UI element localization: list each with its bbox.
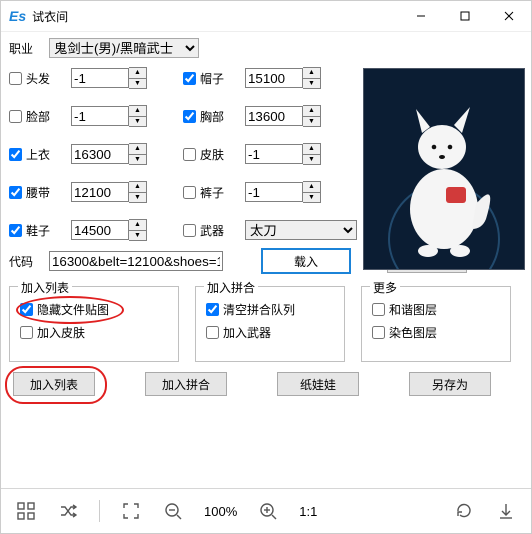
weapon-checkbox[interactable]: 武器 xyxy=(183,222,245,239)
group-more: 更多 和谐图层 染色图层 xyxy=(361,286,511,362)
code-label: 代码 xyxy=(9,253,49,270)
window-title: 试衣间 xyxy=(32,8,399,25)
opt-clear-merge-queue[interactable]: 清空拼合队列 xyxy=(206,301,334,318)
close-button[interactable] xyxy=(487,2,531,30)
scale-ratio: 1:1 xyxy=(299,504,317,519)
app-logo: Es xyxy=(9,8,26,24)
coat-input[interactable]: ▲▼ xyxy=(71,143,149,165)
character-preview xyxy=(363,68,525,270)
opt-add-skin[interactable]: 加入皮肤 xyxy=(20,324,168,341)
hair-checkbox[interactable]: 头发 xyxy=(9,70,71,87)
grid-view-icon[interactable] xyxy=(15,500,37,522)
code-input[interactable] xyxy=(49,251,223,271)
paper-doll-button[interactable]: 纸娃娃 xyxy=(277,372,359,396)
download-icon[interactable] xyxy=(495,500,517,522)
skin-checkbox[interactable]: 皮肤 xyxy=(183,146,245,163)
chest-checkbox[interactable]: 胸部 xyxy=(183,108,245,125)
opt-hide-file-img[interactable]: 隐藏文件贴图 xyxy=(20,301,168,318)
shoes-input[interactable]: ▲▼ xyxy=(71,219,149,241)
group-add-list-title: 加入列表 xyxy=(18,279,72,296)
skin-input[interactable]: ▲▼ xyxy=(245,143,323,165)
shoes-checkbox[interactable]: 鞋子 xyxy=(9,222,71,239)
fullscreen-icon[interactable] xyxy=(120,500,142,522)
weapon-type-select[interactable]: 太刀 xyxy=(245,220,357,240)
pants-input[interactable]: ▲▼ xyxy=(245,181,323,203)
chest-input[interactable]: ▲▼ xyxy=(245,105,323,127)
pants-checkbox[interactable]: 裤子 xyxy=(183,184,245,201)
belt-checkbox[interactable]: 腰带 xyxy=(9,184,71,201)
group-merge: 加入拼合 清空拼合队列 加入武器 xyxy=(195,286,345,362)
group-add-list: 加入列表 隐藏文件贴图 加入皮肤 xyxy=(9,286,179,362)
zoom-out-icon[interactable] xyxy=(162,500,184,522)
hair-input[interactable]: ▲▼ xyxy=(71,67,149,89)
coat-checkbox[interactable]: 上衣 xyxy=(9,146,71,163)
group-merge-title: 加入拼合 xyxy=(204,279,258,296)
minimize-button[interactable] xyxy=(399,2,443,30)
face-checkbox[interactable]: 脸部 xyxy=(9,108,71,125)
add-list-button[interactable]: 加入列表 xyxy=(13,372,95,396)
class-label: 职业 xyxy=(9,40,49,57)
hat-checkbox[interactable]: 帽子 xyxy=(183,70,245,87)
face-input[interactable]: ▲▼ xyxy=(71,105,149,127)
load-button[interactable]: 载入 xyxy=(261,248,351,274)
refresh-icon[interactable] xyxy=(453,500,475,522)
zoom-in-icon[interactable] xyxy=(257,500,279,522)
opt-dye-layer[interactable]: 染色图层 xyxy=(372,324,500,341)
add-merge-button[interactable]: 加入拼合 xyxy=(145,372,227,396)
save-as-button[interactable]: 另存为 xyxy=(409,372,491,396)
class-select[interactable]: 鬼剑士(男)/黑暗武士 xyxy=(49,38,199,58)
belt-input[interactable]: ▲▼ xyxy=(71,181,149,203)
shuffle-icon[interactable] xyxy=(57,500,79,522)
opt-add-weapon[interactable]: 加入武器 xyxy=(206,324,334,341)
hat-input[interactable]: ▲▼ xyxy=(245,67,323,89)
zoom-level: 100% xyxy=(204,504,237,519)
opt-harmony-layer[interactable]: 和谐图层 xyxy=(372,301,500,318)
group-more-title: 更多 xyxy=(370,279,400,296)
maximize-button[interactable] xyxy=(443,2,487,30)
